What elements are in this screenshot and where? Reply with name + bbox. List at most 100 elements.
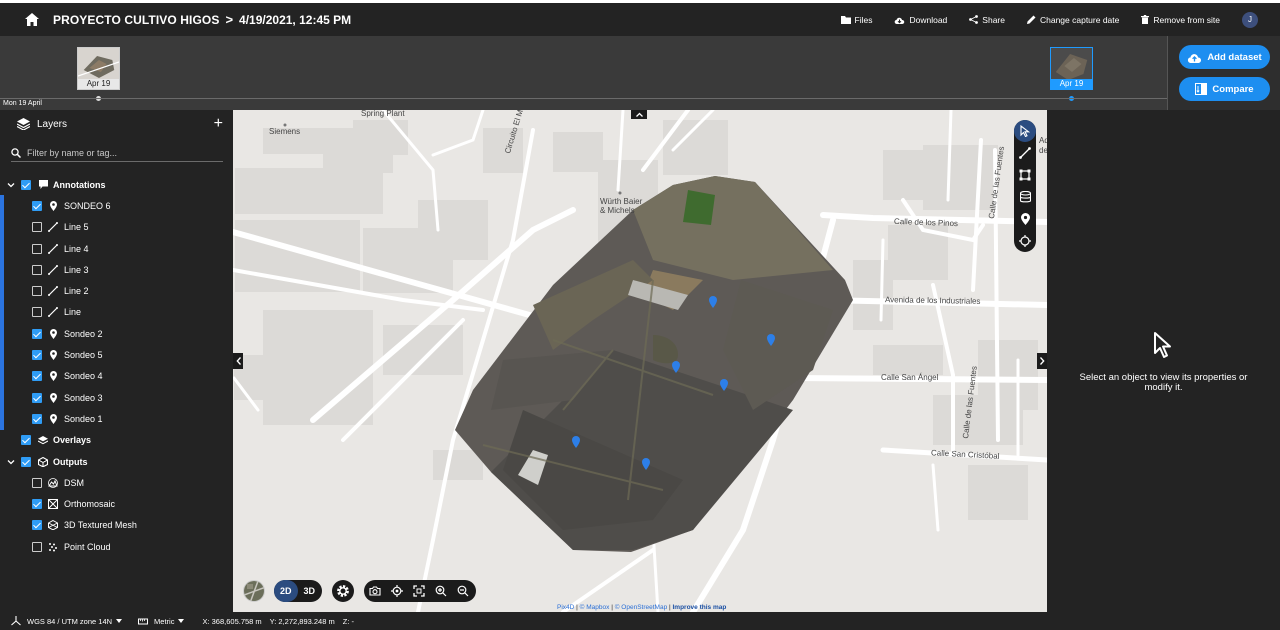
map-label-siemens: Siemens [269,127,301,136]
collapse-timeline-button[interactable] [631,110,647,119]
output-checkbox[interactable] [32,520,42,531]
orthomosaic-icon [48,499,58,510]
cloud-upload-icon [1188,53,1202,63]
annotation-checkbox[interactable] [32,350,42,361]
units-selector[interactable]: Metric [138,616,185,626]
layer-group-outputs[interactable]: Outputs [0,451,233,472]
annotation-item[interactable]: Sondeo 1 [0,408,233,430]
annotation-item[interactable]: Line 3 [0,259,233,281]
annotation-checkbox[interactable] [32,286,42,297]
remove-from-site-button[interactable]: Remove from site [1141,15,1220,25]
units-label: Metric [154,616,175,626]
annotation-label: Line [64,307,82,318]
selection-bar [0,323,4,345]
zoom-out-button[interactable] [452,580,474,602]
annotation-item[interactable]: Line 4 [0,237,233,260]
share-button[interactable]: Share [969,15,1005,25]
timeline-thumb-left[interactable]: Apr 19 [77,47,120,90]
chevron-right-icon [1039,357,1045,365]
output-item[interactable]: Point Cloud [0,536,233,557]
marker-tool[interactable] [1014,208,1036,230]
settings-button[interactable] [332,580,354,602]
screenshot-button[interactable] [364,580,386,602]
annotation-checkbox[interactable] [32,200,42,211]
outputs-checkbox[interactable] [21,456,31,467]
annotation-checkbox[interactable] [32,371,42,382]
annotation-checkbox[interactable] [32,392,42,403]
crs-selector[interactable]: WGS 84 / UTM zone 14N [11,616,123,626]
compare-button[interactable]: Compare [1179,77,1270,101]
project-name[interactable]: PROYECTO CULTIVO HIGOS [53,13,219,27]
annotation-item[interactable]: Line [0,301,233,324]
annotation-label: Line 2 [64,286,89,297]
output-item[interactable]: Orthomosaic [0,493,233,514]
view-3d-button[interactable]: 3D [298,580,322,602]
polygon-tool[interactable] [1014,164,1036,186]
annotation-checkbox[interactable] [32,307,42,318]
annotation-checkbox[interactable] [32,222,42,233]
output-item[interactable]: 3D Textured Mesh [0,515,233,536]
pix4d-link[interactable]: Pix4D [557,604,574,611]
output-checkbox[interactable] [32,477,42,488]
files-button[interactable]: Files [840,15,872,25]
add-layer-button[interactable]: + [214,115,223,133]
zoom-in-button[interactable] [430,580,452,602]
cube-icon [38,456,48,467]
change-capture-date-button[interactable]: Change capture date [1026,15,1119,25]
annotation-item[interactable]: Line 5 [0,216,233,238]
annotation-label: Sondeo 1 [64,413,103,424]
overlays-checkbox[interactable] [21,435,31,446]
annotation-item[interactable]: SONDEO 6 [0,195,233,217]
crosshair-tool[interactable] [1014,230,1036,252]
basemap [233,110,1047,612]
properties-empty-message: Select an object to view its properties … [1079,372,1248,393]
dataset-thumbnail [78,48,119,82]
view-mode-toggle: 2D 3D [274,580,322,602]
annotation-checkbox[interactable] [32,413,42,424]
add-dataset-button[interactable]: Add dataset [1179,45,1270,69]
timeline-thumb-selected[interactable]: Apr 19 [1050,47,1093,90]
collapse-properties-button[interactable] [1037,353,1047,369]
annotations-checkbox[interactable] [21,179,31,190]
annotation-item[interactable]: Sondeo 3 [0,386,233,409]
osm-link[interactable]: © OpenStreetMap [615,604,667,611]
output-checkbox[interactable] [32,541,42,552]
fit-view-button[interactable] [408,580,430,602]
chevron-down-icon[interactable] [7,181,15,189]
user-avatar[interactable]: J [1242,11,1258,28]
annotation-checkbox[interactable] [32,264,42,275]
annotation-item[interactable]: Sondeo 4 [0,365,233,387]
selection-bar [0,386,4,409]
layer-filter-input[interactable] [27,148,212,158]
caret-down-icon [178,619,185,623]
improve-map-link[interactable]: Improve this map [673,604,727,611]
annotation-label: SONDEO 6 [64,200,111,211]
collapse-sidebar-button[interactable] [233,353,243,369]
annotation-checkbox[interactable] [32,243,42,254]
annotation-item[interactable]: Sondeo 5 [0,344,233,366]
chevron-down-icon[interactable] [7,458,15,466]
annotation-item[interactable]: Line 2 [0,280,233,302]
pin-icon [48,200,58,211]
line-tool[interactable] [1014,142,1036,164]
layer-group-overlays[interactable]: Overlays [0,430,233,451]
output-checkbox[interactable] [32,499,42,510]
annotation-label: Sondeo 2 [64,328,103,339]
basemap-switcher[interactable] [243,580,265,602]
output-item[interactable]: DSM [0,472,233,493]
status-bar: WGS 84 / UTM zone 14N Metric X: 368,605.… [0,612,1280,630]
output-label: 3D Textured Mesh [64,520,137,531]
volume-tool[interactable] [1014,186,1036,208]
mapbox-link[interactable]: © Mapbox [580,604,610,611]
annotation-checkbox[interactable] [32,328,42,339]
map-label-san-angel: Calle San Ángel [881,373,939,382]
locate-button[interactable] [386,580,408,602]
select-tool[interactable] [1014,120,1036,142]
annotation-item[interactable]: Sondeo 2 [0,323,233,345]
home-icon[interactable] [22,10,42,30]
layer-group-annotations[interactable]: Annotations [0,174,233,195]
download-button[interactable]: Download [894,15,947,25]
map-viewport[interactable]: Spring Plant Siemens Circuito El Marqués… [233,110,1047,612]
header-actions: Files Download Share Change capture date… [840,3,1280,36]
view-2d-button[interactable]: 2D [274,580,298,602]
